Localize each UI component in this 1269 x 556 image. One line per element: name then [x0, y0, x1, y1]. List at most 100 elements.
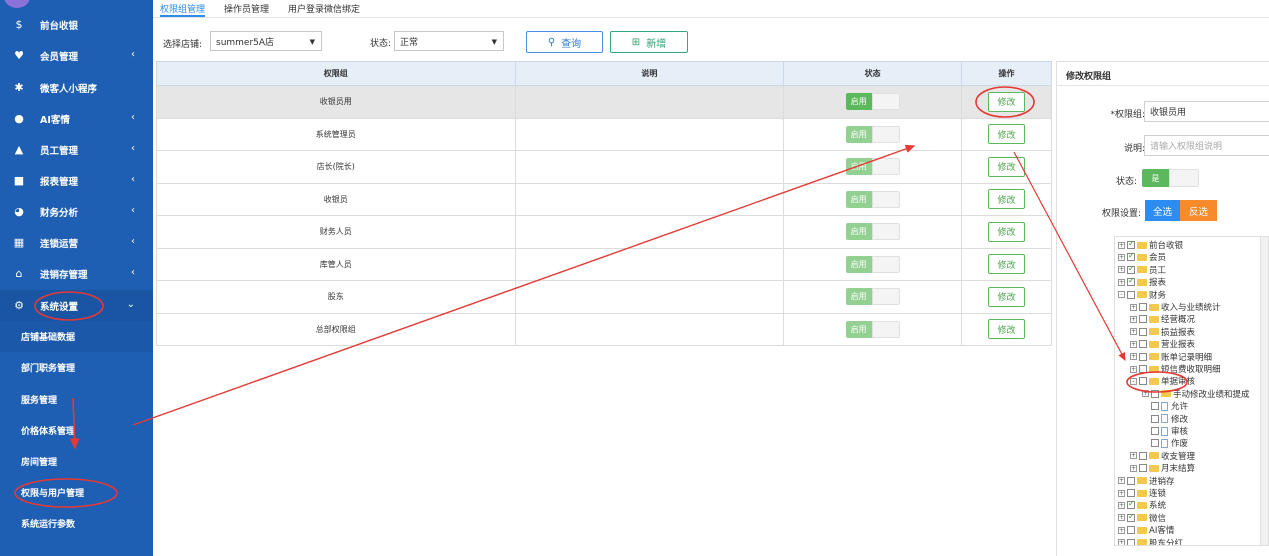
- tree-node[interactable]: + AI客情: [1118, 524, 1174, 536]
- tree-checkbox[interactable]: [1151, 439, 1159, 448]
- status-toggle[interactable]: 启用: [845, 223, 900, 241]
- status-toggle[interactable]: 启用: [845, 190, 900, 208]
- tree-node[interactable]: + 手动修改业绩和提成: [1142, 388, 1250, 400]
- tree-checkbox[interactable]: [1139, 464, 1147, 473]
- tree-checkbox[interactable]: [1139, 303, 1147, 311]
- table-row[interactable]: 店长(院长) 启用 修改: [156, 150, 1052, 184]
- table-row[interactable]: 收银员 启用 修改: [156, 182, 1052, 216]
- tree-checkbox[interactable]: [1139, 377, 1147, 386]
- table-row[interactable]: 财务人员 启用 修改: [156, 215, 1052, 249]
- tree-checkbox[interactable]: [1127, 538, 1135, 545]
- status-toggle[interactable]: 启用: [845, 158, 900, 176]
- expand-icon[interactable]: +: [1130, 340, 1137, 348]
- tab-wechat-binding[interactable]: 用户登录微信绑定: [288, 0, 360, 17]
- edit-button[interactable]: 修改: [988, 319, 1026, 340]
- tree-checkbox[interactable]: [1139, 451, 1147, 460]
- tree-node[interactable]: + 收支管理: [1130, 450, 1195, 462]
- status-toggle[interactable]: 启用: [845, 125, 900, 143]
- expand-icon[interactable]: +: [1130, 464, 1137, 472]
- edit-button[interactable]: 修改: [988, 221, 1026, 242]
- sidebar-item-staff[interactable]: ▲ 员工管理 ‹: [0, 134, 153, 165]
- invert-selection-button[interactable]: 反选: [1180, 200, 1217, 221]
- sidebar-item-members[interactable]: ♥ 会员管理 ‹: [0, 40, 153, 71]
- expand-icon[interactable]: +: [1118, 526, 1125, 534]
- tree-checkbox[interactable]: [1151, 427, 1159, 435]
- tree-checkbox[interactable]: [1139, 315, 1147, 324]
- sidebar-item-ai[interactable]: ● AI客情 ‹: [0, 103, 153, 134]
- tree-checkbox[interactable]: [1139, 340, 1147, 349]
- sidebar-item-system[interactable]: ⚙ 系统设置 ⌄: [0, 290, 153, 321]
- table-row[interactable]: 总部权限组 启用 修改: [156, 312, 1052, 346]
- expand-icon[interactable]: +: [1130, 353, 1137, 361]
- tab-permission-groups[interactable]: 权限组管理: [160, 0, 206, 17]
- tree-node[interactable]: + 账单记录明细: [1130, 351, 1212, 363]
- tree-node[interactable]: - 单据审核: [1130, 375, 1195, 387]
- status-toggle[interactable]: 启用: [845, 288, 900, 306]
- tree-node[interactable]: + 报表: [1118, 276, 1166, 288]
- status-toggle[interactable]: 启用: [845, 255, 900, 273]
- table-row[interactable]: 股东 启用 修改: [156, 280, 1052, 314]
- tree-checkbox[interactable]: [1127, 526, 1135, 535]
- sidebar-item-chain[interactable]: ▦ 连锁运营 ‹: [0, 227, 153, 258]
- tree-node[interactable]: + 股东分红: [1118, 537, 1183, 545]
- tree-checkbox[interactable]: [1127, 264, 1135, 274]
- expand-icon[interactable]: +: [1130, 452, 1137, 460]
- status-toggle[interactable]: 是: [1142, 169, 1199, 187]
- tree-checkbox[interactable]: [1127, 489, 1135, 497]
- tree-node[interactable]: + 损益报表: [1130, 326, 1195, 338]
- expand-icon[interactable]: +: [1118, 253, 1125, 261]
- expand-icon[interactable]: +: [1118, 278, 1125, 286]
- group-name-input[interactable]: 收银员用: [1144, 101, 1269, 122]
- expand-icon[interactable]: +: [1130, 303, 1137, 311]
- expand-icon[interactable]: +: [1118, 477, 1125, 485]
- tree-checkbox[interactable]: [1127, 476, 1135, 485]
- sidebar-item-inventory[interactable]: ⌂ 进销存管理 ‹: [0, 258, 153, 289]
- tree-node[interactable]: + 月末结算: [1130, 462, 1195, 474]
- tree-node[interactable]: + 收入与业绩统计: [1130, 301, 1221, 313]
- tree-node[interactable]: + 连锁: [1118, 487, 1166, 499]
- tree-checkbox[interactable]: [1127, 239, 1135, 249]
- store-select[interactable]: summer5A店 ▼: [210, 31, 322, 51]
- expand-icon[interactable]: +: [1118, 501, 1125, 509]
- tree-scrollbar[interactable]: [1260, 237, 1268, 545]
- tree-checkbox[interactable]: [1139, 365, 1147, 373]
- expand-icon[interactable]: +: [1130, 328, 1137, 336]
- sidebar-sub-runtime-params[interactable]: 系统运行参数: [0, 508, 153, 539]
- tree-node[interactable]: 修改: [1142, 413, 1188, 425]
- sidebar-sub-pricing[interactable]: 价格体系管理: [0, 415, 153, 446]
- tree-node[interactable]: + 微信: [1118, 512, 1166, 524]
- table-row[interactable]: 系统管理员 启用 修改: [156, 117, 1052, 151]
- query-button[interactable]: ⚲ 查询: [526, 31, 603, 53]
- add-button[interactable]: ⊞ 新增: [610, 31, 688, 53]
- sidebar-sub-permissions[interactable]: 权限与用户管理: [0, 477, 153, 508]
- tree-checkbox[interactable]: [1151, 389, 1159, 398]
- edit-button[interactable]: 修改: [988, 286, 1026, 307]
- tree-checkbox[interactable]: [1139, 352, 1147, 361]
- sidebar-item-mini-program[interactable]: ✱ 微客人小程序: [0, 72, 153, 103]
- sidebar-sub-departments[interactable]: 部门职务管理: [0, 352, 153, 383]
- expand-icon[interactable]: +: [1142, 390, 1149, 398]
- tree-checkbox[interactable]: [1151, 414, 1159, 423]
- tree-node[interactable]: + 进销存: [1118, 475, 1175, 487]
- expand-icon[interactable]: +: [1130, 365, 1137, 373]
- tree-node[interactable]: + 短信费收取明细: [1130, 363, 1221, 375]
- tree-node[interactable]: + 前台收银: [1118, 239, 1183, 251]
- tree-node[interactable]: + 系统: [1118, 499, 1166, 511]
- tree-checkbox[interactable]: [1139, 327, 1147, 336]
- edit-button[interactable]: 修改: [988, 254, 1026, 275]
- status-toggle[interactable]: 启用: [845, 93, 900, 111]
- tree-node[interactable]: 允许: [1142, 400, 1188, 412]
- expand-icon[interactable]: +: [1130, 315, 1137, 323]
- tree-node[interactable]: + 会员: [1118, 251, 1166, 263]
- tree-node[interactable]: + 营业报表: [1130, 338, 1195, 350]
- sidebar-sub-store-data[interactable]: 店铺基础数据: [0, 321, 153, 352]
- edit-button[interactable]: 修改: [988, 124, 1026, 145]
- tree-checkbox[interactable]: [1127, 276, 1135, 287]
- status-select[interactable]: 正常 ▼: [394, 31, 504, 51]
- collapse-icon[interactable]: -: [1130, 377, 1137, 385]
- status-toggle[interactable]: 启用: [845, 320, 900, 338]
- sidebar-sub-rooms[interactable]: 房间管理: [0, 446, 153, 477]
- tab-operators[interactable]: 操作员管理: [224, 0, 269, 17]
- edit-button[interactable]: 修改: [988, 91, 1026, 112]
- table-row[interactable]: 库管人员 启用 修改: [156, 247, 1052, 281]
